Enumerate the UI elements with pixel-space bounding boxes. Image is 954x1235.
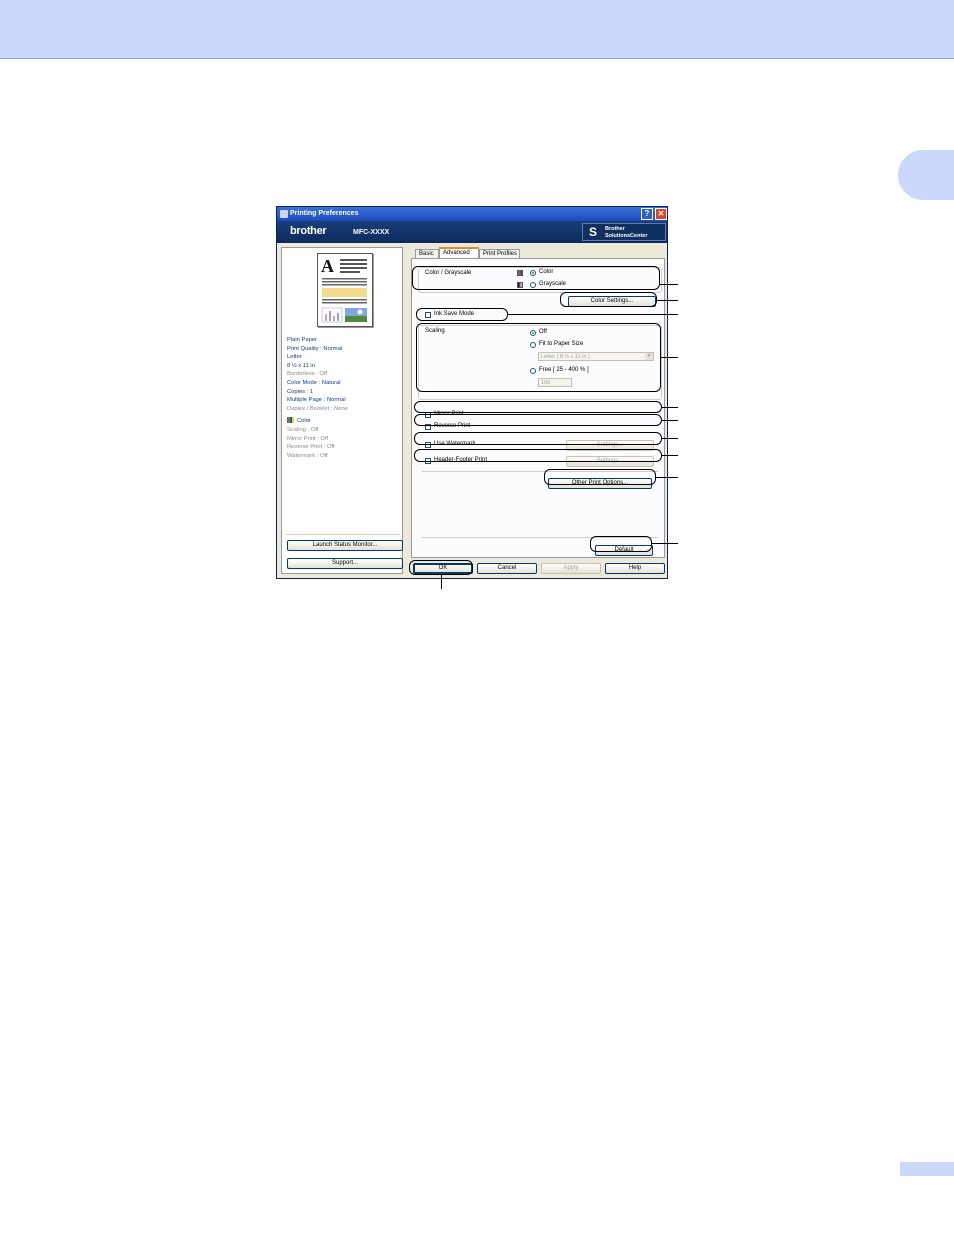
summary-item: Reverse Print : Off [287, 444, 335, 451]
callout-ok [409, 560, 473, 575]
launch-status-monitor-button[interactable]: Launch Status Monitor... [287, 540, 403, 551]
page-preview: A [317, 253, 373, 327]
apply-button[interactable]: Apply [541, 563, 601, 574]
leader-line [662, 407, 678, 408]
leader-line [662, 438, 678, 439]
callout-other-print-options [544, 469, 656, 485]
summary-item: Color Mode : Natural [287, 379, 341, 386]
summary-item: Borderless : Off [287, 371, 328, 378]
chapter-tab [898, 150, 954, 200]
brother-logo: brother [290, 225, 327, 237]
title-bar: Printing Preferences ? ✕ [277, 207, 667, 221]
solutions-center-label: Brother SolutionsCenter [605, 226, 648, 239]
callout-default [590, 536, 652, 552]
summary-item: Print Quality : Normal [287, 345, 343, 352]
brand-banner: brother MFC-XXXX S Brother SolutionsCent… [277, 221, 667, 243]
printer-icon [280, 210, 288, 218]
help-title-button[interactable]: ? [641, 208, 653, 220]
callout-mirror-print [414, 401, 662, 413]
leader-line [661, 357, 678, 358]
leader-line [662, 420, 678, 421]
callout-color-grayscale [412, 266, 660, 290]
model-name: MFC-XXXX [353, 229, 390, 236]
leader-line [657, 300, 678, 301]
leader-line [652, 543, 678, 544]
header-band [0, 0, 954, 59]
tab-print-profiles[interactable]: Print Profiles [479, 249, 520, 258]
summary-item: Plain Paper [287, 337, 317, 343]
summary-item: Scaling : Off [287, 426, 319, 433]
summary-item: Mirror Print : Off [287, 435, 329, 442]
leader-line [441, 575, 442, 589]
support-button[interactable]: Support... [287, 558, 403, 569]
callout-color-settings [560, 292, 657, 307]
leader-line [660, 284, 678, 285]
solutions-center-icon: S [589, 225, 598, 239]
help-button[interactable]: Help [605, 563, 665, 574]
callout-scaling [416, 323, 661, 392]
close-icon[interactable]: ✕ [655, 208, 667, 220]
solutions-center-button[interactable]: S Brother SolutionsCenter [582, 223, 666, 241]
panel-divider [286, 534, 400, 535]
page-preview-image: A [321, 256, 367, 323]
summary-item: Letter [287, 354, 302, 361]
summary-color-row: Color [287, 417, 348, 426]
settings-summary-list: Plain Paper Print Quality : Normal Lette… [287, 336, 348, 460]
leader-line [508, 314, 678, 315]
callout-ink-save-mode [416, 308, 508, 321]
callout-use-watermark [414, 432, 662, 445]
leader-line [662, 455, 678, 456]
summary-item: 8 ½ x 11 in [287, 362, 315, 369]
summary-item: Copies : 1 [287, 388, 314, 395]
printing-preferences-dialog: Printing Preferences ? ✕ brother MFC-XXX… [276, 206, 668, 579]
callout-header-footer [414, 449, 662, 462]
leader-line [656, 477, 678, 478]
cancel-button[interactable]: Cancel [477, 563, 537, 574]
page-number-tab [900, 1162, 954, 1176]
tab-basic[interactable]: Basic [415, 249, 439, 258]
settings-summary-panel: A Plain Paper Print Quality: Normal Let… [281, 247, 403, 574]
summary-item: Watermark : Off [287, 452, 328, 459]
callout-reverse-print [414, 414, 662, 426]
color-swatch-icon [287, 417, 294, 424]
summary-color-label: Color [297, 418, 311, 425]
dialog-title: Printing Preferences [290, 210, 359, 217]
summary-item: Multiple Page : Normal [287, 397, 346, 404]
summary-item: Duplex / Booklet : None [287, 405, 348, 412]
preview-letter: A [321, 256, 334, 276]
tab-advanced[interactable]: Advanced [439, 247, 479, 258]
